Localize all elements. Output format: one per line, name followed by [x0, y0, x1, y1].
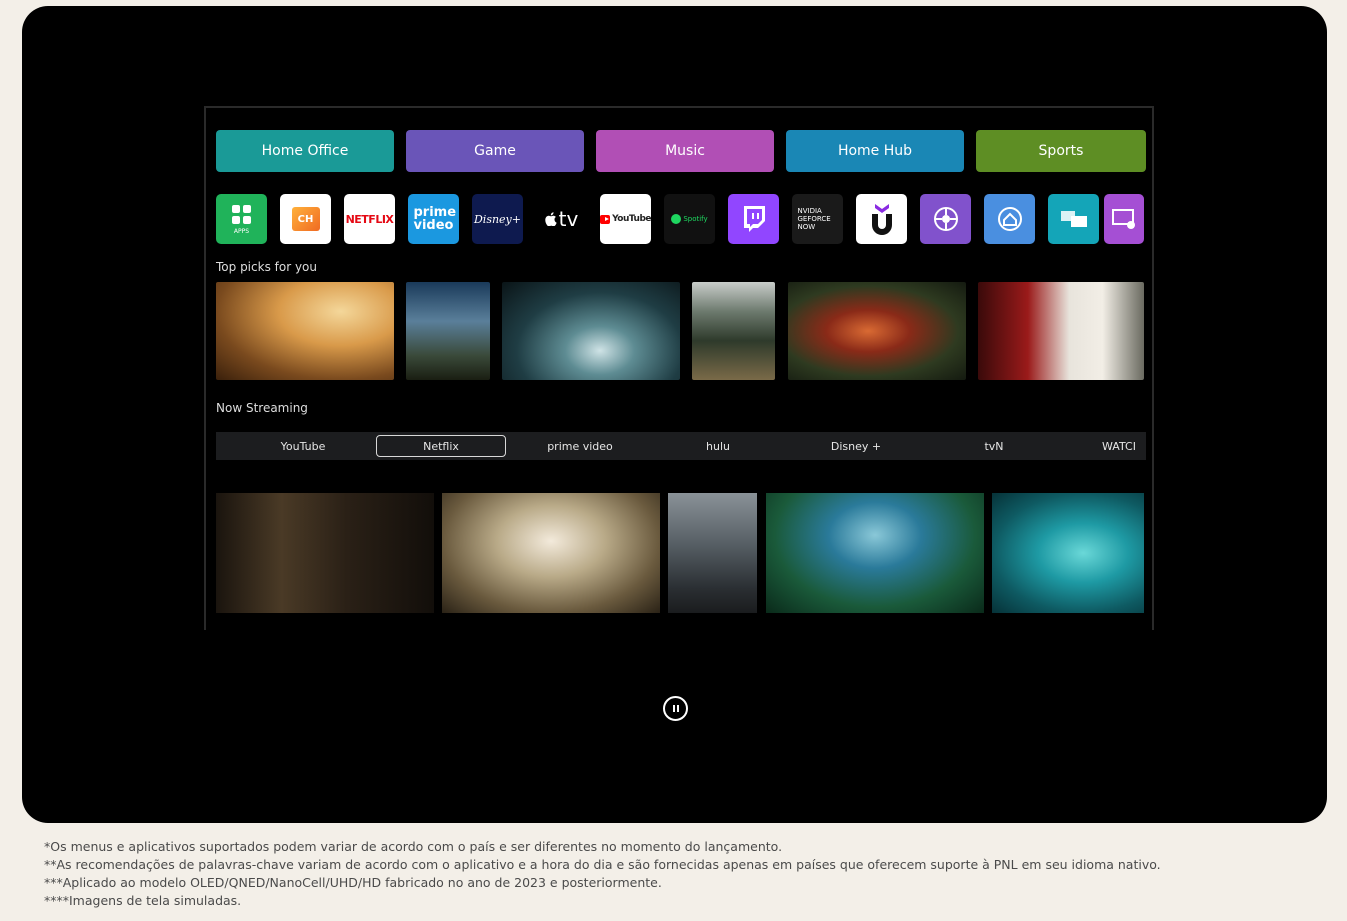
multi-view-icon[interactable]	[1048, 194, 1099, 244]
top-pick-thumbnail[interactable]	[978, 282, 1144, 380]
now-streaming-label: Now Streaming	[216, 401, 308, 415]
sports-hub-icon[interactable]	[920, 194, 971, 244]
footnotes: *Os menus e aplicativos suportados podem…	[44, 838, 1161, 910]
top-pick-thumbnail[interactable]	[788, 282, 966, 380]
home-hub-icon[interactable]	[984, 194, 1035, 244]
apple-logo-icon	[544, 212, 557, 226]
music-screen-icon[interactable]	[1104, 194, 1144, 244]
streaming-thumbnail[interactable]	[442, 493, 660, 613]
geforce-now-icon[interactable]: NVIDIA GEFORCE NOW	[792, 194, 843, 244]
tab-prime-video[interactable]: prime video	[516, 432, 644, 460]
category-game[interactable]: Game	[406, 130, 584, 172]
tab-watcha[interactable]: WATCI	[1102, 432, 1152, 460]
footnote: *Os menus e aplicativos suportados podem…	[44, 839, 783, 854]
disney-plus-icon[interactable]: Disney+	[472, 194, 523, 244]
top-pick-thumbnail[interactable]	[502, 282, 680, 380]
streaming-thumbnail[interactable]	[992, 493, 1144, 613]
top-pick-thumbnail[interactable]	[406, 282, 490, 380]
apple-tv-icon[interactable]: tv	[536, 194, 587, 244]
utomik-icon[interactable]	[856, 194, 907, 244]
tab-youtube[interactable]: YouTube	[238, 432, 368, 460]
tab-netflix[interactable]: Netflix	[376, 435, 506, 457]
streaming-thumbnail[interactable]	[668, 493, 757, 613]
category-home-hub[interactable]: Home Hub	[786, 130, 964, 172]
apps-icon[interactable]: APPS	[216, 194, 267, 244]
footnote: ****Imagens de tela simuladas.	[44, 893, 242, 908]
streaming-thumbnail[interactable]	[216, 493, 434, 613]
category-sports[interactable]: Sports	[976, 130, 1146, 172]
twitch-icon[interactable]	[728, 194, 779, 244]
tv-screen: Home Office Game Music Home Hub Sports A…	[204, 106, 1154, 630]
tab-disney-plus[interactable]: Disney +	[792, 432, 920, 460]
tab-tvn[interactable]: tvN	[930, 432, 1058, 460]
netflix-icon[interactable]: NETFLIX	[344, 194, 395, 244]
footnote: ***Aplicado ao modelo OLED/QNED/NanoCell…	[44, 875, 662, 890]
streaming-thumbnail[interactable]	[766, 493, 984, 613]
youtube-icon[interactable]: YouTube	[600, 194, 651, 244]
top-picks-label: Top picks for you	[216, 260, 317, 274]
pause-button[interactable]	[663, 696, 688, 721]
category-music[interactable]: Music	[596, 130, 774, 172]
channels-icon[interactable]: CH	[280, 194, 331, 244]
spotify-icon[interactable]: Spotify	[664, 194, 715, 244]
footnote: **As recomendações de palavras-chave var…	[44, 857, 1161, 872]
video-player: Home Office Game Music Home Hub Sports A…	[22, 6, 1327, 823]
pause-icon	[672, 705, 675, 712]
category-home-office[interactable]: Home Office	[216, 130, 394, 172]
tab-hulu[interactable]: hulu	[654, 432, 782, 460]
top-pick-thumbnail[interactable]	[692, 282, 775, 380]
streaming-tab-bar: YouTube Netflix prime video hulu Disney …	[216, 432, 1146, 460]
prime-video-icon[interactable]: prime video	[408, 194, 459, 244]
top-pick-thumbnail[interactable]	[216, 282, 394, 380]
